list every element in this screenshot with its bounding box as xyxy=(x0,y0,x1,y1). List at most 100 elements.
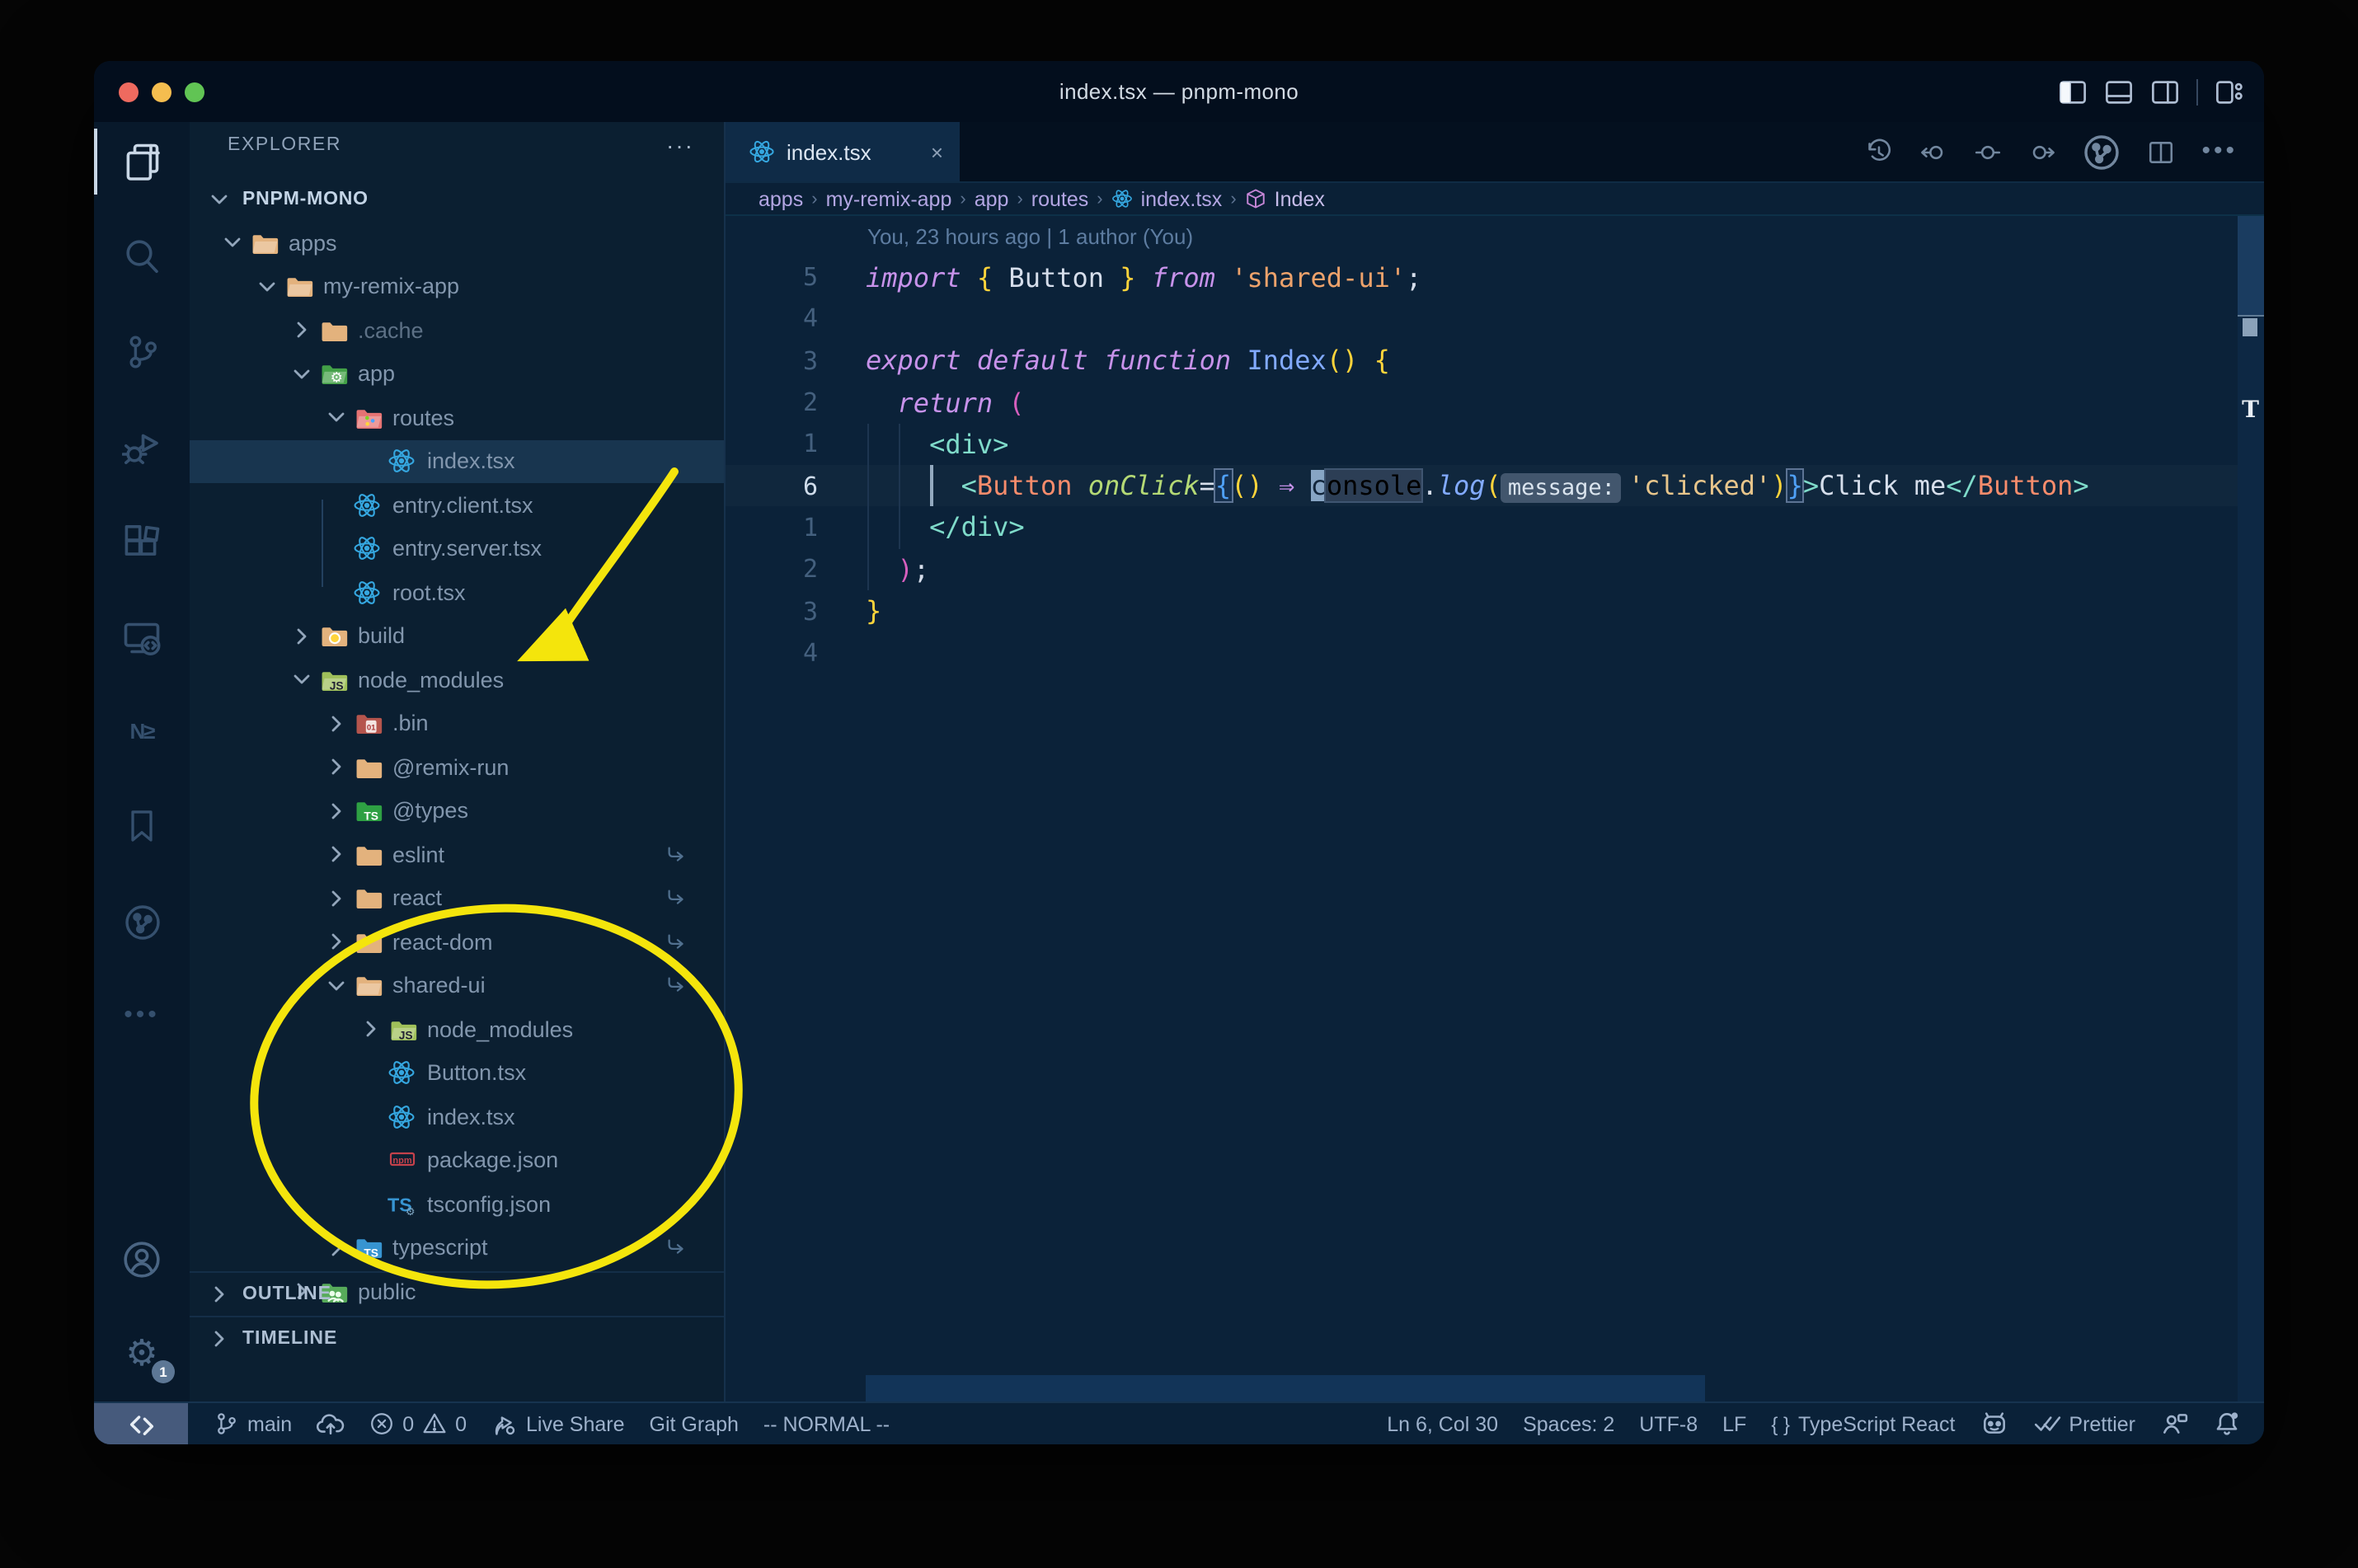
status-vim-mode[interactable]: -- NORMAL -- xyxy=(763,1412,890,1435)
tree-item-node-modules[interactable]: JS node_modules xyxy=(190,658,724,702)
split-editor-icon[interactable] xyxy=(2147,138,2175,166)
tree-item-routes[interactable]: routes xyxy=(190,396,724,439)
status-encoding[interactable]: UTF-8 xyxy=(1639,1412,1698,1435)
code-line-1[interactable]: 1 <div> xyxy=(726,423,2264,465)
remote-indicator[interactable] xyxy=(94,1403,188,1444)
nav-location-icon[interactable] xyxy=(1974,138,2002,166)
breadcrumb-item-apps[interactable]: apps xyxy=(759,187,803,210)
status-problems[interactable]: 00 xyxy=(369,1411,467,1436)
chevron-down-icon[interactable] xyxy=(323,973,350,999)
activity-extensions[interactable] xyxy=(94,509,190,575)
code-line-5[interactable]: 5 import { Button } from 'shared-ui'; xyxy=(726,256,2264,298)
status-language-mode[interactable]: { } TypeScript React xyxy=(1771,1412,1955,1435)
chevron-down-icon[interactable] xyxy=(289,667,315,693)
nav-forward-icon[interactable] xyxy=(2028,138,2056,166)
vertical-scrollbar-thumb[interactable] xyxy=(2238,216,2264,317)
tree-item-node-modules[interactable]: JS node_modules xyxy=(190,1007,724,1051)
tree-item-package-json[interactable]: npm package.json xyxy=(190,1138,724,1182)
ellipsis-icon[interactable]: ••• xyxy=(2201,137,2238,167)
tree-item--cache[interactable]: .cache xyxy=(190,308,724,352)
tree-item-typescript[interactable]: TS typescript xyxy=(190,1226,724,1270)
tree-item-react-dom[interactable]: react-dom xyxy=(190,920,724,964)
chevron-right-icon[interactable] xyxy=(358,1016,384,1043)
code-line-2[interactable]: 2 ); xyxy=(726,548,2264,590)
status-prettier[interactable]: Prettier xyxy=(2032,1410,2135,1438)
activity-remote-explorer[interactable] xyxy=(94,605,190,671)
tab-index-tsx[interactable]: index.tsx × xyxy=(726,122,960,181)
status-sync[interactable] xyxy=(317,1410,345,1438)
tree-item--types[interactable]: TS @types xyxy=(190,789,724,833)
breadcrumb-item-routes[interactable]: routes xyxy=(1031,187,1089,210)
tree-item--bin[interactable]: 01 .bin xyxy=(190,702,724,745)
timeline-section[interactable]: TIMELINE xyxy=(190,1316,724,1359)
tree-item-index-tsx[interactable]: index.tsx xyxy=(190,1095,724,1138)
chevron-right-icon[interactable] xyxy=(323,711,350,737)
breadcrumb-item-index-tsx[interactable]: index.tsx xyxy=(1111,187,1222,210)
tree-item-my-remix-app[interactable]: my-remix-app xyxy=(190,265,724,308)
code-line-3[interactable]: 3} xyxy=(726,590,2264,632)
chevron-right-icon[interactable] xyxy=(323,1235,350,1261)
status-cursor-position[interactable]: Ln 6, Col 30 xyxy=(1387,1412,1498,1435)
status-git-graph[interactable]: Git Graph xyxy=(650,1412,739,1435)
tree-item--remix-run[interactable]: @remix-run xyxy=(190,745,724,789)
code-line-2[interactable]: 2 return ( xyxy=(726,382,2264,424)
chevron-right-icon[interactable] xyxy=(289,623,315,650)
activity-source-control[interactable] xyxy=(94,318,190,384)
tree-item-react[interactable]: react xyxy=(190,876,724,920)
status-notifications[interactable] xyxy=(2213,1410,2241,1438)
activity-run-debug[interactable] xyxy=(94,414,190,480)
activity-bookmarks[interactable] xyxy=(94,793,190,859)
breadcrumb-item-app[interactable]: app xyxy=(975,187,1009,210)
close-tab-icon[interactable]: × xyxy=(931,139,943,164)
chevron-right-icon[interactable] xyxy=(323,754,350,781)
breadcrumb-item-index[interactable]: Index xyxy=(1245,187,1325,210)
code-line-4[interactable]: 4 xyxy=(726,631,2264,674)
tree-item-eslint[interactable]: eslint xyxy=(190,833,724,876)
outline-section[interactable]: OUTLINE xyxy=(190,1271,724,1314)
code-line-1[interactable]: 1 </div> xyxy=(726,507,2264,549)
horizontal-scrollbar-thumb[interactable] xyxy=(865,1375,1704,1401)
status-extension-face[interactable] xyxy=(1980,1410,2008,1438)
breadcrumb-item-my-remix-app[interactable]: my-remix-app xyxy=(826,187,952,210)
status-branch[interactable]: main xyxy=(214,1411,292,1436)
tree-item-tsconfig-json[interactable]: TS ⚙ tsconfig.json xyxy=(190,1182,724,1226)
tree-item-app[interactable]: ⚙ app xyxy=(190,352,724,396)
chevron-down-icon[interactable] xyxy=(323,405,350,431)
layout-sidebar-right-icon[interactable] xyxy=(2150,77,2180,106)
layout-sidebar-left-icon[interactable] xyxy=(2058,77,2088,106)
layout-customize-icon[interactable] xyxy=(2215,77,2244,106)
layout-panel-icon[interactable] xyxy=(2104,77,2134,106)
activity-git-graph[interactable] xyxy=(94,889,190,955)
activity-more-views[interactable]: ••• xyxy=(94,983,190,1049)
tree-item-index-tsx[interactable]: index.tsx xyxy=(190,439,724,483)
chevron-right-icon[interactable] xyxy=(323,842,350,868)
activity-account[interactable] xyxy=(94,1227,190,1293)
chevron-right-icon[interactable] xyxy=(323,885,350,912)
chevron-right-icon[interactable] xyxy=(289,317,315,344)
status-live-share[interactable]: Live Share xyxy=(491,1411,625,1437)
nav-back-icon[interactable] xyxy=(1919,138,1947,166)
activity-explorer[interactable] xyxy=(94,129,190,195)
tree-root-pnpm-mono[interactable]: PNPM-MONO xyxy=(190,178,724,221)
tree-item-root-tsx[interactable]: root.tsx xyxy=(190,570,724,614)
chevron-right-icon[interactable] xyxy=(323,929,350,955)
tree-item-entry-server-tsx[interactable]: entry.server.tsx xyxy=(190,527,724,570)
status-eol[interactable]: LF xyxy=(1722,1412,1746,1435)
tree-item-button-tsx[interactable]: Button.tsx xyxy=(190,1051,724,1095)
tree-item-entry-client-tsx[interactable]: entry.client.tsx xyxy=(190,483,724,527)
code-line-3[interactable]: 3 export default function Index() { xyxy=(726,340,2264,382)
code-line-4[interactable]: 4 xyxy=(726,298,2264,340)
status-indentation[interactable]: Spaces: 2 xyxy=(1523,1412,1614,1435)
chevron-down-icon[interactable] xyxy=(254,274,280,300)
tree-item-apps[interactable]: apps xyxy=(190,221,724,265)
activity-settings[interactable]: ⚙ 1 xyxy=(94,1321,190,1387)
history-icon[interactable] xyxy=(1865,138,1893,166)
tree-item-build[interactable]: build xyxy=(190,614,724,658)
chevron-down-icon[interactable] xyxy=(219,230,246,256)
explorer-more-actions-icon[interactable]: ··· xyxy=(666,132,694,158)
vertical-scrollbar[interactable] xyxy=(2238,216,2264,1401)
git-graph-circle-icon[interactable] xyxy=(2083,133,2121,171)
code-line-6[interactable]: 6 <Button onClick={() ⇒ console.log(mess… xyxy=(726,465,2264,507)
code-editor[interactable]: You, 23 hours ago | 1 author (You) 5 impo… xyxy=(726,216,2264,1401)
activity-search[interactable] xyxy=(94,223,190,289)
